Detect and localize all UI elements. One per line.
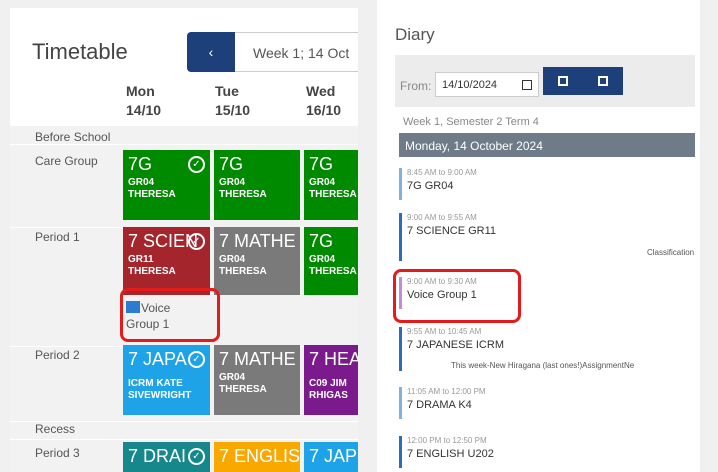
day-name: Wed: [306, 83, 336, 99]
timetable-panel: Timetable ‹ Week 1; 14 Oct Mon 14/10 Tue…: [10, 8, 358, 472]
check-circle-icon: ✓: [188, 156, 205, 173]
entry-color-bar: [399, 213, 402, 261]
class-tile-p3-wed[interactable]: 7 JAP: [304, 442, 358, 472]
row-label-recess: Recess: [35, 422, 76, 436]
class-tile-p2-wed[interactable]: 7 HEA C09 JIM RHIGAS: [304, 345, 358, 415]
day-name: Tue: [215, 83, 239, 99]
diary-entry[interactable]: 9:55 AM to 10:45 AM 7 JAPANESE ICRM This…: [399, 327, 699, 371]
diary-button-group: [543, 67, 623, 95]
class-tile-p1-wed[interactable]: 7G GR04 THERESA: [304, 227, 358, 295]
day-header-wed: Wed 16/10: [306, 82, 341, 120]
row-label-period-3: Period 3: [35, 446, 80, 460]
from-label: From:: [400, 79, 432, 93]
previous-week-button[interactable]: ‹: [187, 32, 235, 72]
timetable-title: Timetable: [32, 39, 128, 64]
diary-panel: Diary From: 14/10/2024 Week 1, Semester …: [377, 0, 700, 472]
entry-color-bar: [399, 327, 402, 371]
class-tile-p3-mon[interactable]: 7 DRAI ✓: [123, 442, 210, 472]
print-button[interactable]: [598, 76, 608, 86]
check-circle-icon: ✓: [188, 233, 205, 250]
entry-color-bar: [399, 168, 402, 200]
class-tile-p2-tue[interactable]: 7 MATHE GR04 THERESA: [214, 345, 300, 415]
highlight-outline: [393, 269, 521, 323]
week-label: Week 1; 14 Oct: [235, 32, 358, 72]
day-date: 14/10: [126, 102, 162, 118]
row-label-care-group: Care Group: [35, 154, 98, 168]
diary-title: Diary: [395, 25, 435, 44]
day-date: 16/10: [306, 102, 342, 118]
diary-entry[interactable]: 8:45 AM to 9:00 AM 7G GR04: [399, 168, 699, 200]
day-date: 15/10: [215, 102, 251, 118]
week-info: Week 1, Semester 2 Term 4: [403, 116, 539, 128]
row-label-period-2: Period 2: [35, 348, 80, 362]
class-tile-p1-tue[interactable]: 7 MATHE GR04 THERESA: [214, 227, 300, 295]
from-date-input[interactable]: 14/10/2024: [435, 72, 539, 97]
class-tile-p2-mon[interactable]: 7 JAPA ICRM KATE SIVEWRIGHT ✓: [123, 345, 210, 415]
day-header-mon: Mon 14/10: [126, 82, 161, 120]
diary-entry[interactable]: 11:05 AM to 12:00 PM 7 DRAMA K4: [399, 387, 699, 419]
entry-color-bar: [399, 436, 402, 468]
calendar-view-button[interactable]: [558, 76, 568, 86]
calendar-icon: [522, 80, 532, 90]
row-label-period-1: Period 1: [35, 230, 80, 244]
class-tile-care-wed[interactable]: 7G GR04 THERESA: [304, 150, 358, 220]
day-header-bar: Monday, 14 October 2024: [399, 133, 695, 157]
chevron-left-icon: ‹: [208, 44, 214, 60]
day-name: Mon: [126, 83, 155, 99]
diary-entry[interactable]: 9:00 AM to 9:55 AM 7 SCIENCE GR11 Classi…: [399, 213, 699, 261]
diary-filter-bar: From: 14/10/2024: [395, 55, 695, 107]
highlight-outline: [120, 288, 220, 342]
check-circle-icon: ✓: [188, 448, 205, 465]
entry-color-bar: [399, 387, 402, 419]
check-circle-icon: ✓: [188, 351, 205, 368]
diary-entry[interactable]: 12:00 PM to 12:50 PM 7 ENGLISH U202: [399, 436, 699, 468]
class-tile-care-mon[interactable]: 7G GR04 THERESA ✓: [123, 150, 210, 220]
class-tile-care-tue[interactable]: 7G GR04 THERESA: [214, 150, 300, 220]
row-label-before-school: Before School: [35, 130, 111, 144]
class-tile-p3-tue[interactable]: 7 ENGLIS: [214, 442, 300, 472]
day-header-tue: Tue 15/10: [215, 82, 250, 120]
class-tile-p1-mon[interactable]: 7 SCIEN GR11 THERESA ✓: [123, 227, 210, 295]
